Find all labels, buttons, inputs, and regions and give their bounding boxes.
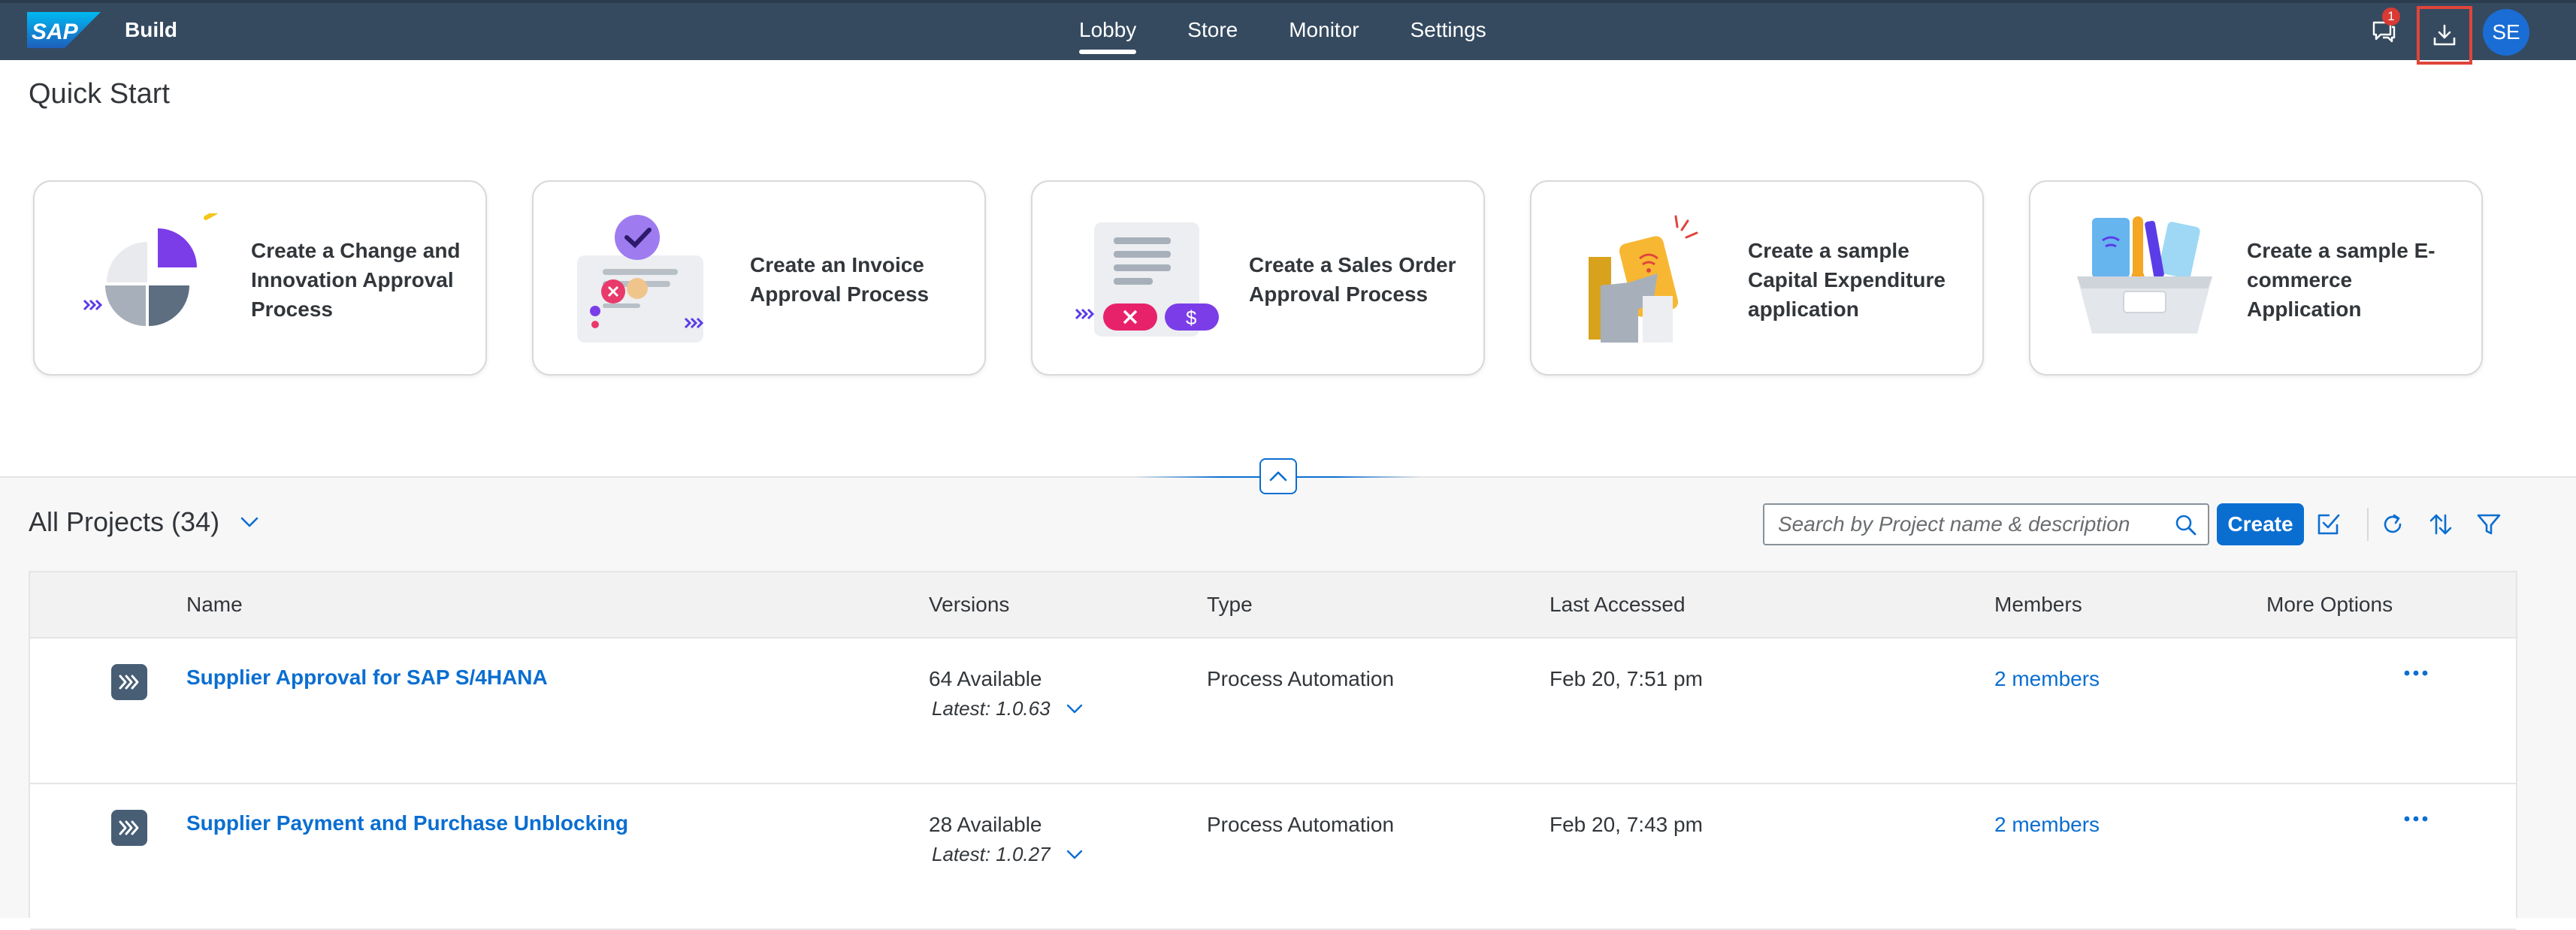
notifications-button[interactable]: 1 [2361,8,2406,51]
column-header-versions: Versions [929,593,1010,616]
filter-button[interactable] [2472,508,2505,541]
shell-bar: SAP Build Lobby Store Monitor Settings 1… [0,0,2576,65]
latest-version-label: Latest: 1.0.63 [932,697,1051,720]
main-navigation: Lobby Store Monitor Settings [1079,3,1537,60]
chevron-down-icon[interactable] [239,515,260,529]
quick-start-card-ecommerce[interactable]: Create a sample E-commerce Application [2029,180,2483,376]
quick-start-card-change-innovation[interactable]: Create a Change and Innovation Approval … [33,180,487,376]
quick-start-card-sales-order[interactable]: $ Create a Sales Order Approval Process [1031,180,1485,376]
phone-wifi-illustration [1589,215,1698,343]
more-options-icon [2404,816,2428,822]
members-link[interactable]: 2 members [1994,813,2100,837]
sort-button[interactable] [2424,508,2457,541]
quick-start-card-capex[interactable]: Create a sample Capital Expenditure appl… [1530,180,1984,376]
latest-version-label: Latest: 1.0.27 [932,843,1051,865]
versions-available: 28 Available [929,813,1042,836]
versions-available: 64 Available [929,667,1042,690]
user-avatar[interactable]: SE [2483,9,2529,56]
latest-version[interactable]: Latest: 1.0.27 [932,843,1084,866]
quick-start-title: Quick Start [29,78,170,110]
project-search-field[interactable] [1763,503,2209,545]
table-header: Name Versions Type Last Accessed Members… [30,572,2516,639]
invoice-illustration [577,215,704,343]
quick-start-card-label: Create a Sales Order Approval Process [1249,253,1456,306]
nav-settings[interactable]: Settings [1410,3,1486,60]
collapse-quick-start-button[interactable] [1259,458,1297,494]
filter-icon [2477,514,2501,535]
latest-version[interactable]: Latest: 1.0.63 [932,697,1084,720]
svg-text:$: $ [1186,306,1197,329]
sap-logo-text: SAP [32,20,79,44]
all-projects-label: All Projects (34) [29,506,220,537]
nav-store[interactable]: Store [1187,3,1238,60]
project-type: Process Automation [1207,667,1395,690]
column-header-type: Type [1207,593,1253,616]
last-accessed: Feb 20, 7:51 pm [1550,667,1703,690]
table-row[interactable]: Supplier Payment and Purchase Unblocking… [30,784,2516,930]
chevron-down-icon[interactable] [1066,703,1084,715]
table-row[interactable]: Supplier Approval for SAP S/4HANA 64 Ava… [30,639,2516,784]
chevron-down-icon[interactable] [1066,849,1084,861]
toolbar-separator [2367,508,2369,541]
project-name-link[interactable]: Supplier Approval for SAP S/4HANA [186,666,548,690]
nav-lobby[interactable]: Lobby [1079,3,1137,60]
select-checkbox-icon [2317,514,2340,535]
quick-start-card-invoice[interactable]: Create an Invoice Approval Process [532,180,986,376]
search-icon[interactable] [2175,514,2197,536]
sales-order-illustration: $ [1075,222,1219,337]
column-header-name: Name [186,593,243,616]
column-header-more-options: More Options [2266,593,2393,616]
process-automation-icon [111,664,147,700]
pie-chart-illustration [83,213,219,326]
search-input[interactable] [1778,505,2154,544]
quick-start-card-label: Create a sample Capital Expenditure appl… [1748,238,1946,321]
members-link[interactable]: 2 members [1994,667,2100,691]
column-header-members: Members [1994,593,2082,616]
more-options-button[interactable] [2397,664,2435,682]
quick-start-card-label: Create a sample E-commerce Application [2247,238,2435,321]
chevron-up-icon [1269,471,1287,482]
refresh-icon [2384,514,2402,533]
product-name: Build [125,18,177,41]
process-automation-icon [111,810,147,846]
projects-table: Name Versions Type Last Accessed Members… [29,571,2517,930]
last-accessed: Feb 20, 7:43 pm [1550,813,1703,836]
select-projects-button[interactable] [2311,508,2345,541]
shopping-basket-illustration [2077,216,2212,334]
create-project-button[interactable]: Create [2217,503,2304,545]
project-name-link[interactable]: Supplier Payment and Purchase Unblocking [186,811,628,835]
download-button[interactable] [2417,6,2472,65]
download-icon [2433,24,2456,46]
sort-icon [2429,514,2452,535]
more-options-icon [2404,670,2428,676]
refresh-button[interactable] [2376,508,2409,541]
quick-start-card-label: Create an Invoice Approval Process [750,253,930,306]
project-type: Process Automation [1207,813,1395,836]
all-projects-title[interactable]: All Projects (34) [29,506,260,538]
quick-start-card-label: Create a Change and Innovation Approval … [251,238,461,321]
more-options-button[interactable] [2397,810,2435,828]
nav-monitor[interactable]: Monitor [1289,3,1359,60]
notification-badge: 1 [2382,8,2400,26]
sap-logo[interactable]: SAP [27,12,101,48]
column-header-last-accessed: Last Accessed [1550,593,1686,616]
